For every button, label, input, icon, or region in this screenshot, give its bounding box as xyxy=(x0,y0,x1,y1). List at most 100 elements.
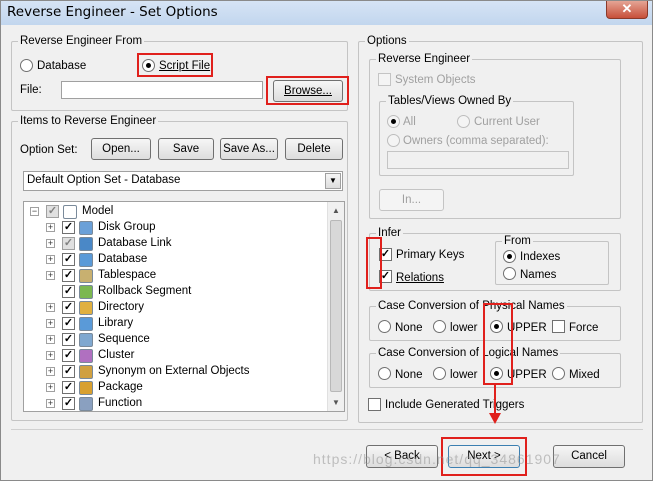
tree-item-checkbox[interactable]: ✓ xyxy=(62,269,75,282)
tree-item-checkbox[interactable]: ✓ xyxy=(62,317,75,330)
annotation-box-browse xyxy=(266,76,349,105)
sequence-icon xyxy=(79,333,93,347)
tree-row[interactable]: + ✓ Sequence xyxy=(24,332,324,348)
tree-row[interactable]: + ✓ Function xyxy=(24,396,324,411)
expand-icon[interactable]: + xyxy=(46,255,55,264)
system-objects-checkbox[interactable] xyxy=(378,73,391,86)
physical-names-legend: Case Conversion of Physical Names xyxy=(376,299,567,313)
force-checkbox[interactable] xyxy=(552,320,565,333)
save-button[interactable]: Save xyxy=(158,138,214,160)
tree-item-checkbox[interactable]: ✓ xyxy=(62,397,75,410)
expand-icon[interactable]: + xyxy=(46,399,55,408)
expand-icon[interactable]: + xyxy=(46,303,55,312)
physical-none-radio[interactable] xyxy=(378,320,391,333)
expand-icon[interactable]: + xyxy=(46,351,55,360)
logical-none-radio[interactable] xyxy=(378,367,391,380)
tree-row[interactable]: + ✓ Library xyxy=(24,316,324,332)
tree-item-label: Database xyxy=(98,253,148,265)
tree-item-label: Synonym on External Objects xyxy=(98,365,250,377)
scroll-up-icon[interactable]: ▲ xyxy=(328,202,344,219)
from-names-radio[interactable] xyxy=(503,267,516,280)
database-icon xyxy=(79,253,93,267)
logical-mixed-radio[interactable] xyxy=(552,367,565,380)
tree-row[interactable]: + ✓ Synonym on External Objects xyxy=(24,364,324,380)
tree-scrollbar[interactable]: ▲ ▼ xyxy=(327,202,344,411)
infer-from-legend: From xyxy=(502,234,533,248)
tablespace-icon xyxy=(79,269,93,283)
disk-group-icon xyxy=(79,221,93,235)
from-indexes-radio[interactable] xyxy=(503,250,516,263)
option-set-dropdown-value: Default Option Set - Database xyxy=(27,174,181,186)
tree-row[interactable]: + ✓ Disk Group xyxy=(24,220,324,236)
include-triggers-label: Include Generated Triggers xyxy=(385,399,525,411)
in-button[interactable]: In... xyxy=(379,189,444,211)
file-path-input[interactable] xyxy=(61,81,263,99)
items-tree[interactable]: − ✓ Model + ✓ Disk Group + ✓ Database Link + ✓ Data… xyxy=(23,201,345,412)
logical-mixed-label: Mixed xyxy=(569,369,600,381)
owned-current-user-label: Current User xyxy=(474,116,540,128)
option-set-dropdown[interactable]: Default Option Set - Database ▼ xyxy=(23,171,343,191)
tree-item-checkbox[interactable]: ✓ xyxy=(62,285,75,298)
scroll-down-icon[interactable]: ▼ xyxy=(328,394,344,411)
tree-item-checkbox[interactable]: ✓ xyxy=(62,381,75,394)
tree-row[interactable]: − ✓ Model xyxy=(24,204,324,220)
tree-item-checkbox[interactable]: ✓ xyxy=(62,301,75,314)
window-title: Reverse Engineer - Set Options xyxy=(7,4,218,20)
expand-icon[interactable]: − xyxy=(30,207,39,216)
owned-all-radio[interactable] xyxy=(387,115,400,128)
expand-icon[interactable]: + xyxy=(46,335,55,344)
save-as-button[interactable]: Save As... xyxy=(220,138,278,160)
delete-button[interactable]: Delete xyxy=(285,138,343,160)
open-button[interactable]: Open... xyxy=(91,138,151,160)
logical-names-legend: Case Conversion of Logical Names xyxy=(376,346,561,360)
owned-current-user-radio[interactable] xyxy=(457,115,470,128)
tree-item-label: Library xyxy=(98,317,134,329)
cluster-icon xyxy=(79,349,93,363)
tree-item-checkbox[interactable]: ✓ xyxy=(62,365,75,378)
tree-item-label: Model xyxy=(82,205,114,217)
close-button[interactable]: ✕ xyxy=(606,1,648,19)
tree-row[interactable]: + ✓ Directory xyxy=(24,300,324,316)
cancel-button[interactable]: Cancel xyxy=(553,445,625,468)
tree-item-label: Database Link xyxy=(98,237,172,249)
owners-radio[interactable] xyxy=(387,134,400,147)
tree-item-label: Disk Group xyxy=(98,221,156,233)
function-icon xyxy=(79,397,93,411)
options-legend: Options xyxy=(365,34,409,48)
include-triggers-checkbox[interactable] xyxy=(368,398,381,411)
tree-item-checkbox[interactable]: ✓ xyxy=(62,221,75,234)
tree-item-checkbox[interactable]: ✓ xyxy=(62,349,75,362)
tree-item-label: Rollback Segment xyxy=(98,285,192,297)
tree-row[interactable]: + ✓ Database xyxy=(24,252,324,268)
tree-row[interactable]: + ✓ Cluster xyxy=(24,348,324,364)
expand-icon[interactable]: + xyxy=(46,271,55,280)
tree-item-checkbox[interactable]: ✓ xyxy=(62,333,75,346)
tree-item-checkbox[interactable]: ✓ xyxy=(46,205,59,218)
physical-none-label: None xyxy=(395,322,423,334)
tree-item-label: Tablespace xyxy=(98,269,157,281)
directory-icon xyxy=(79,301,93,315)
tree-item-checkbox[interactable]: ✓ xyxy=(62,253,75,266)
chevron-down-icon[interactable]: ▼ xyxy=(325,173,341,189)
tree-row[interactable]: ✓ Rollback Segment xyxy=(24,284,324,300)
tree-row[interactable]: + ✓ Package xyxy=(24,380,324,396)
expand-icon[interactable]: + xyxy=(46,223,55,232)
expand-icon[interactable]: + xyxy=(46,319,55,328)
expand-icon[interactable]: + xyxy=(46,239,55,248)
tree-item-checkbox[interactable]: ✓ xyxy=(62,237,75,250)
logical-lower-radio[interactable] xyxy=(433,367,446,380)
owners-input[interactable] xyxy=(387,151,569,169)
tree-row[interactable]: + ✓ Tablespace xyxy=(24,268,324,284)
scroll-thumb[interactable] xyxy=(330,220,342,392)
option-set-label: Option Set: xyxy=(20,144,78,156)
logical-lower-label: lower xyxy=(450,369,478,381)
physical-lower-radio[interactable] xyxy=(433,320,446,333)
primary-keys-label: Primary Keys xyxy=(396,249,465,261)
tree-item-label: Sequence xyxy=(98,333,150,345)
tree-row[interactable]: + ✓ Database Link xyxy=(24,236,324,252)
database-radio[interactable] xyxy=(20,59,33,72)
tree-item-label: Directory xyxy=(98,301,145,313)
database-radio-label[interactable]: Database xyxy=(37,59,86,73)
expand-icon[interactable]: + xyxy=(46,383,55,392)
expand-icon[interactable]: + xyxy=(46,367,55,376)
